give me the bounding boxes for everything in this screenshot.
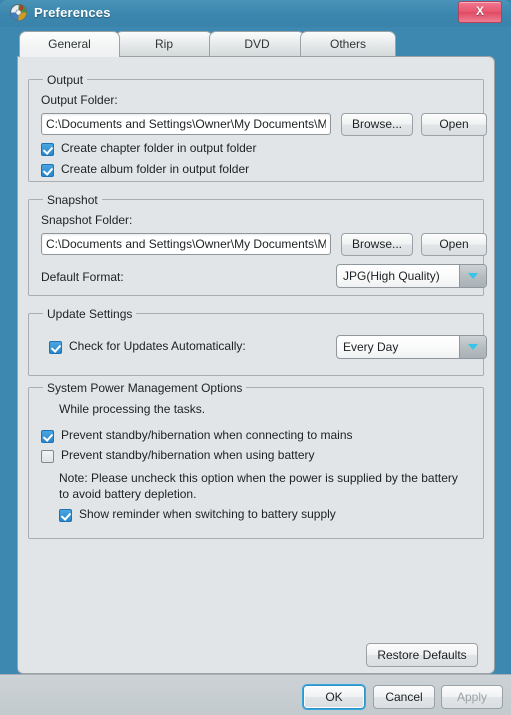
close-icon: X (475, 4, 484, 18)
update-settings-group-title: Update Settings (43, 307, 137, 321)
update-frequency-select[interactable]: Every Day (336, 335, 487, 359)
snapshot-group-title: Snapshot (43, 193, 102, 207)
prevent-standby-battery-label[interactable]: Prevent standby/hibernation when using b… (61, 448, 315, 462)
output-folder-label: Output Folder: (41, 93, 118, 107)
create-album-folder-label[interactable]: Create album folder in output folder (61, 162, 249, 176)
update-frequency-value: Every Day (343, 340, 399, 354)
preferences-window: Preferences X General Rip DVD Others Out… (0, 0, 511, 715)
cancel-button[interactable]: Cancel (373, 685, 435, 709)
dialog-button-bar: OK Cancel Apply (0, 674, 511, 715)
restore-defaults-button[interactable]: Restore Defaults (366, 643, 478, 667)
snapshot-group: Snapshot Snapshot Folder: Browse... Open… (28, 193, 487, 296)
output-group: Output Output Folder: Browse... Open Cre… (28, 73, 487, 182)
tab-dvd[interactable]: DVD (209, 31, 305, 57)
window-title: Preferences (34, 5, 111, 20)
tab-rip[interactable]: Rip (115, 31, 213, 57)
prevent-standby-mains-checkbox[interactable] (41, 430, 54, 443)
tab-rip-label: Rip (154, 37, 173, 51)
power-intro-text: While processing the tasks. (59, 402, 206, 416)
show-reminder-label[interactable]: Show reminder when switching to battery … (79, 507, 336, 521)
snapshot-browse-button[interactable]: Browse... (341, 233, 413, 256)
output-browse-button[interactable]: Browse... (341, 113, 413, 136)
chevron-down-icon[interactable] (459, 265, 486, 287)
tab-others[interactable]: Others (300, 31, 396, 57)
output-folder-input[interactable] (41, 113, 331, 135)
prevent-standby-mains-label[interactable]: Prevent standby/hibernation when connect… (61, 428, 353, 442)
create-chapter-folder-checkbox[interactable] (41, 143, 54, 156)
chevron-down-icon[interactable] (459, 336, 486, 358)
tab-general-label: General (48, 37, 91, 51)
snapshot-folder-input[interactable] (41, 233, 331, 255)
check-updates-label[interactable]: Check for Updates Automatically: (69, 339, 246, 353)
update-settings-group: Update Settings Check for Updates Automa… (28, 307, 487, 376)
create-chapter-folder-label[interactable]: Create chapter folder in output folder (61, 141, 256, 155)
default-format-select[interactable]: JPG(High Quality) (336, 264, 487, 288)
battery-note-text: Note: Please uncheck this option when th… (59, 471, 458, 501)
tab-dvd-label: DVD (244, 37, 270, 51)
title-bar: Preferences X (0, 0, 511, 27)
output-open-button[interactable]: Open (421, 113, 487, 136)
disc-icon (10, 4, 27, 21)
create-album-folder-checkbox[interactable] (41, 164, 54, 177)
ok-button[interactable]: OK (303, 685, 365, 709)
snapshot-open-button[interactable]: Open (421, 233, 487, 256)
tab-general[interactable]: General (19, 31, 120, 57)
tab-bar: General Rip DVD Others (17, 31, 495, 57)
output-group-title: Output (43, 73, 88, 87)
close-button[interactable]: X (458, 1, 502, 23)
prevent-standby-battery-checkbox[interactable] (41, 450, 54, 463)
power-management-group: System Power Management Options While pr… (28, 381, 484, 539)
tab-others-label: Others (329, 37, 366, 51)
default-format-label: Default Format: (41, 270, 124, 284)
snapshot-folder-label: Snapshot Folder: (41, 213, 133, 227)
show-reminder-checkbox[interactable] (59, 509, 72, 522)
general-tab-panel: Output Output Folder: Browse... Open Cre… (17, 56, 495, 674)
apply-button[interactable]: Apply (441, 685, 503, 709)
check-updates-checkbox[interactable] (49, 341, 62, 354)
power-management-group-title: System Power Management Options (43, 381, 247, 395)
default-format-value: JPG(High Quality) (343, 269, 440, 283)
